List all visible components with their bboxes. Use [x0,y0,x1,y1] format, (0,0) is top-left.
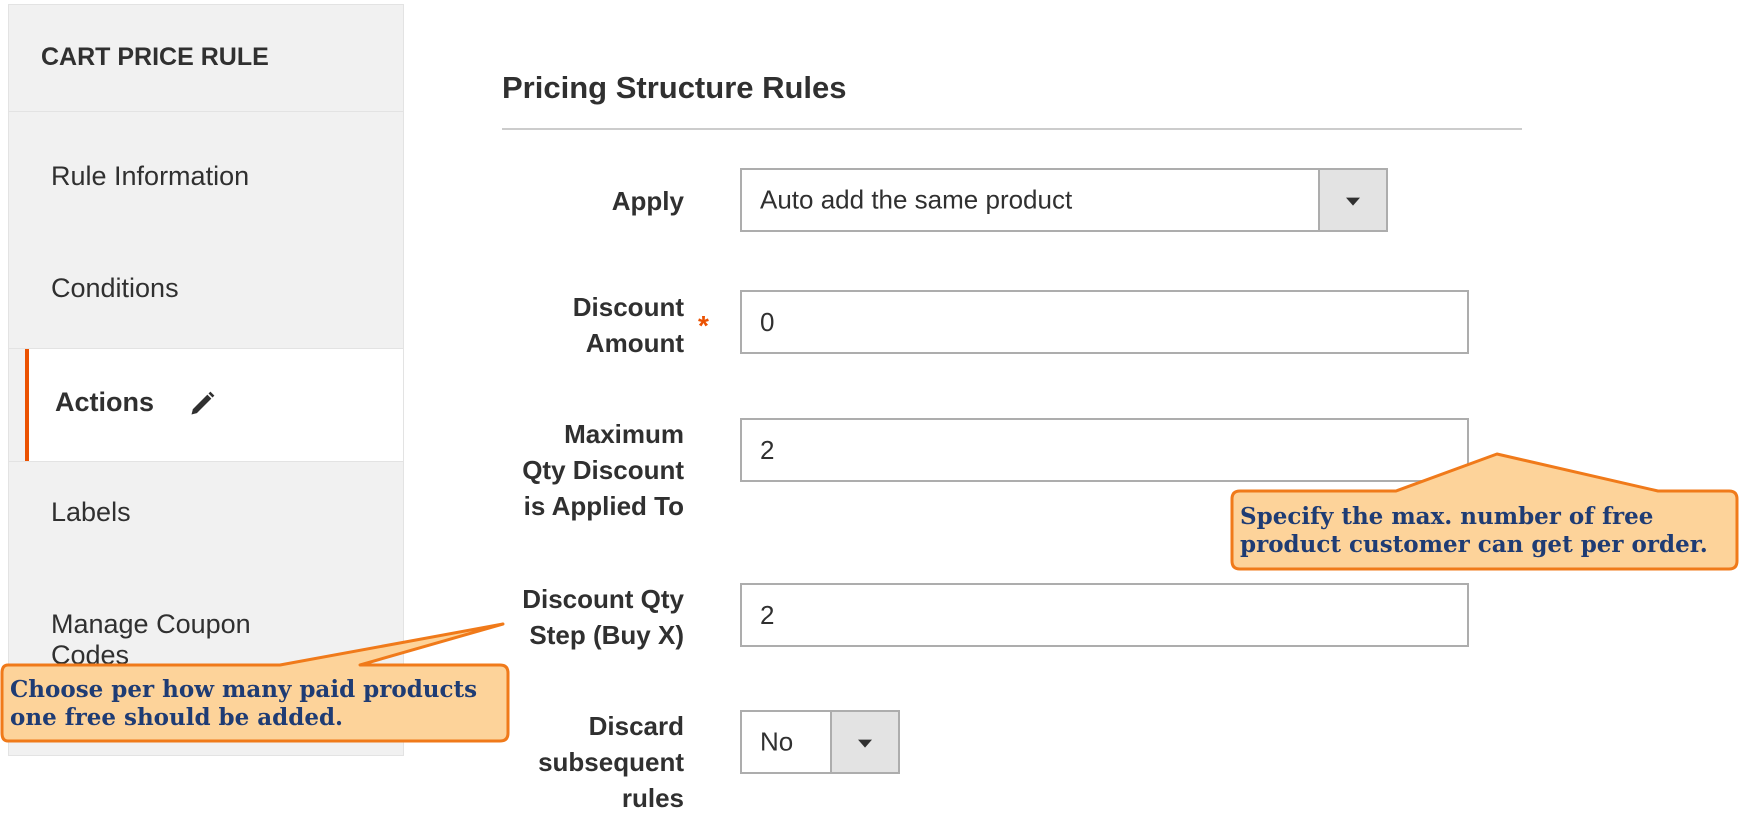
section-title: Pricing Structure Rules [502,70,847,105]
sidebar-item-label: Labels [51,497,131,527]
sidebar-item-labels[interactable]: Labels [9,497,403,528]
section-divider [502,128,1522,130]
apply-select-arrow[interactable] [1318,170,1386,230]
sidebar-item-manage-coupon-codes[interactable]: Manage Coupon Codes [9,609,403,671]
sidebar-title: CART PRICE RULE [9,5,403,112]
discard-rules-label: Discard subsequent rules [538,711,684,813]
apply-select[interactable]: Auto add the same product [740,168,1388,232]
discount-amount-input[interactable] [740,290,1469,354]
discard-rules-select-arrow[interactable] [830,712,898,772]
callout-discount-step: Choose per how many paid products one fr… [10,676,478,731]
sidebar-item-label: Manage Coupon Codes [51,609,251,670]
chevron-down-icon [858,739,872,748]
discount-step-label: Discount Qty Step (Buy X) [522,584,684,650]
sidebar-divider [9,461,403,462]
discount-step-input[interactable] [740,583,1469,647]
apply-label: Apply [611,186,684,216]
sidebar-item-rule-information[interactable]: Rule Information [9,161,403,192]
max-qty-input[interactable] [740,418,1469,482]
discard-rules-select[interactable]: No [740,710,900,774]
max-qty-label: Maximum Qty Discount is Applied To [522,419,684,521]
required-indicator: * [698,310,709,341]
discount-amount-label: Discount Amount [572,292,684,358]
apply-select-value: Auto add the same product [760,184,1073,215]
callout-max-qty: Specify the max. number of free product … [1240,503,1708,558]
sidebar-item-label: Rule Information [51,161,250,191]
sidebar-item-label: Conditions [51,273,179,303]
pencil-icon [191,391,214,415]
chevron-down-icon [1346,197,1360,206]
sidebar: CART PRICE RULE Rule Information Conditi… [8,4,404,756]
sidebar-item-conditions[interactable]: Conditions [9,273,403,304]
sidebar-item-label: Actions [55,387,155,417]
sidebar-item-actions[interactable]: Actions [25,349,403,461]
discard-rules-select-value: No [760,726,794,757]
